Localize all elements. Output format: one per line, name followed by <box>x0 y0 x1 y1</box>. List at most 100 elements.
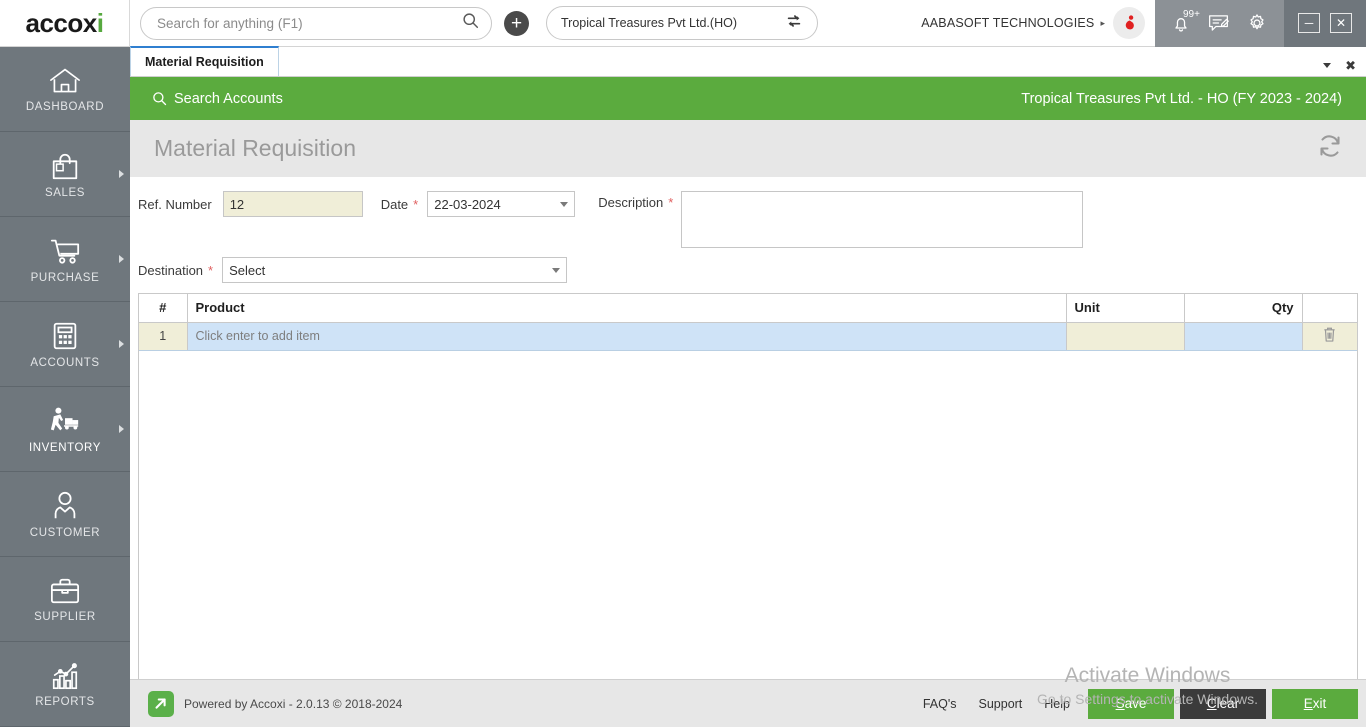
add-new-button[interactable]: + <box>504 10 529 36</box>
sidebar-item-dashboard[interactable]: DASHBOARD <box>0 47 130 132</box>
footer-links: FAQ's Support Help <box>923 697 1070 711</box>
plus-icon: + <box>510 12 523 34</box>
cell-row-number: 1 <box>139 322 188 351</box>
close-icon: ✕ <box>1335 16 1347 30</box>
clear-button[interactable]: Clear <box>1180 688 1266 719</box>
user-zone: AABASOFT TECHNOLOGIES ▸ 99+ ─ ✕ <box>921 0 1366 47</box>
messages-button[interactable] <box>1207 13 1230 33</box>
destination-select[interactable]: Select <box>222 257 568 283</box>
company-fiscal-year: Tropical Treasures Pvt Ltd. - HO (FY 202… <box>1021 90 1342 107</box>
trash-icon <box>1324 327 1335 342</box>
cell-delete[interactable] <box>1302 322 1357 351</box>
tab-strip: Material Requisition ✖ <box>130 46 1366 77</box>
destination-field: Destination * Select <box>138 257 568 283</box>
bar-chart-icon <box>52 662 78 689</box>
gear-icon <box>1250 14 1264 30</box>
footer-link-support[interactable]: Support <box>979 697 1023 711</box>
close-window-button[interactable]: ✕ <box>1330 13 1352 33</box>
items-grid: # Product Unit Qty 1 Click enter to add … <box>138 293 1358 682</box>
date-required-marker: * <box>413 196 419 212</box>
requisition-form: Ref. Number Date * 22-03-2024 Descriptio… <box>130 177 1366 293</box>
sidebar-item-reports[interactable]: REPORTS <box>0 642 130 727</box>
footer-link-help[interactable]: Help <box>1044 697 1070 711</box>
col-header-unit: Unit <box>1066 294 1185 323</box>
sidebar-item-label: INVENTORY <box>28 441 102 454</box>
footer-link-faqs[interactable]: FAQ's <box>923 697 957 711</box>
col-header-product: Product <box>187 294 1067 323</box>
footer-bar: Powered by Accoxi - 2.0.13 © 2018-2024 F… <box>130 679 1366 727</box>
sidebar-item-purchase[interactable]: PURCHASE <box>0 217 130 302</box>
shopping-bag-icon <box>52 153 78 179</box>
ref-number-label: Ref. Number <box>138 196 212 212</box>
tab-label: Material Requisition <box>145 55 264 69</box>
notification-badge: 99+ <box>1183 8 1200 20</box>
briefcase-icon <box>50 578 80 603</box>
switch-company-icon[interactable] <box>785 12 803 35</box>
company-name: Tropical Treasures Pvt Ltd.(HO) <box>561 16 737 30</box>
main-content: Material Requisition ✖ Search Accounts T… <box>130 46 1366 727</box>
header-icon-group: 99+ <box>1155 0 1284 47</box>
logo-text: accox <box>25 7 98 38</box>
items-table: # Product Unit Qty 1 Click enter to add … <box>139 294 1357 351</box>
col-header-number: # <box>139 294 188 323</box>
ref-number-field: Ref. Number <box>138 191 363 217</box>
exit-button[interactable]: Exit <box>1272 688 1358 719</box>
user-caret-icon[interactable]: ▸ <box>1100 18 1105 29</box>
note-icon <box>1209 15 1229 31</box>
cell-product[interactable]: Click enter to add item <box>187 322 1067 351</box>
close-icon[interactable]: ✖ <box>1345 59 1356 72</box>
window-controls: ─ ✕ <box>1284 0 1366 47</box>
sidebar-item-sales[interactable]: SALES <box>0 132 130 217</box>
save-button[interactable]: Save <box>1088 688 1174 719</box>
settings-button[interactable] <box>1246 12 1268 34</box>
ref-number-input[interactable] <box>222 191 363 217</box>
search-icon <box>153 92 167 106</box>
description-field: Description * <box>598 191 1084 248</box>
cell-qty[interactable] <box>1184 322 1303 351</box>
tab-tools: ✖ <box>1323 59 1366 76</box>
chevron-right-icon <box>119 170 124 178</box>
search-accounts-button[interactable]: Search Accounts <box>152 91 283 107</box>
notifications-button[interactable]: 99+ <box>1171 9 1200 34</box>
col-header-qty: Qty <box>1184 294 1303 323</box>
sidebar-item-customer[interactable]: CUSTOMER <box>0 472 130 557</box>
logo-accent: i <box>96 7 104 38</box>
application-window: accoxi + Tropical Treasures Pvt Ltd.(HO) <box>0 0 1366 727</box>
chevron-down-icon <box>560 201 569 207</box>
user-avatar-icon <box>1125 15 1134 30</box>
destination-required-marker: * <box>208 262 214 278</box>
search-input[interactable] <box>157 15 462 31</box>
sidebar-item-label: DASHBOARD <box>25 100 105 113</box>
date-input[interactable]: 22-03-2024 <box>427 191 576 217</box>
sidebar-item-label: SALES <box>44 186 86 199</box>
avatar[interactable] <box>1113 7 1145 39</box>
chevron-right-icon <box>119 340 124 348</box>
sidebar-item-label: REPORTS <box>35 695 95 708</box>
calculator-icon <box>53 322 77 349</box>
refresh-button[interactable] <box>1316 132 1344 165</box>
destination-label: Destination <box>138 262 204 278</box>
table-row[interactable]: 1 Click enter to add item <box>139 322 1357 351</box>
global-search[interactable] <box>140 6 492 40</box>
accounts-search-bar: Search Accounts Tropical Treasures Pvt L… <box>130 77 1366 120</box>
shopping-cart-icon <box>50 239 80 264</box>
home-icon <box>50 68 80 92</box>
date-value: 22-03-2024 <box>434 196 501 212</box>
page-title: Material Requisition <box>154 135 356 161</box>
sidebar-item-accounts[interactable]: ACCOUNTS <box>0 302 130 387</box>
sidebar: DASHBOARD SALES PURCHASE ACCOUNTS INVENT… <box>0 47 130 727</box>
tab-material-requisition[interactable]: Material Requisition <box>130 46 279 76</box>
date-label: Date <box>380 196 409 212</box>
sidebar-item-inventory[interactable]: INVENTORY <box>0 387 130 472</box>
description-input[interactable] <box>681 191 1084 248</box>
grid-empty-area <box>139 350 1357 681</box>
table-header-row: # Product Unit Qty <box>139 294 1357 323</box>
footer-buttons: Save Clear Exit <box>1088 688 1358 719</box>
minimize-icon: ─ <box>1304 16 1314 30</box>
date-field: Date * 22-03-2024 <box>381 191 576 217</box>
chevron-down-icon[interactable] <box>1323 63 1332 68</box>
sidebar-item-supplier[interactable]: SUPPLIER <box>0 557 130 642</box>
cell-unit[interactable] <box>1066 322 1185 351</box>
minimize-button[interactable]: ─ <box>1298 13 1320 33</box>
company-selector[interactable]: Tropical Treasures Pvt Ltd.(HO) <box>546 6 818 40</box>
